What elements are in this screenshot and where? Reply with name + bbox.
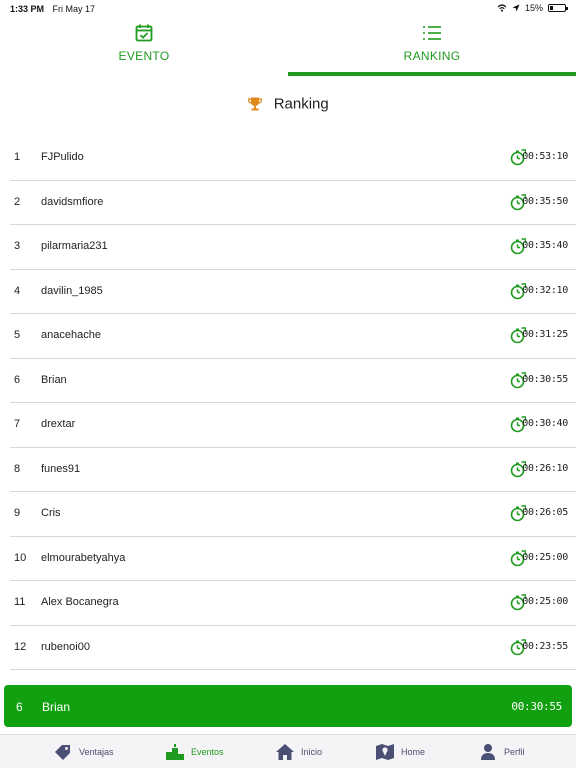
rank-position: 9: [14, 507, 21, 519]
ranking-row[interactable]: 3 pilarmaria231 00:35:40: [10, 225, 576, 270]
nav-inicio-label: Inicio: [301, 747, 323, 757]
nav-perfil[interactable]: Perfil: [478, 741, 525, 763]
location-arrow-icon: [512, 4, 520, 12]
run-time: 00:23:55: [522, 640, 568, 652]
ranking-row[interactable]: 5 anacehache 00:31:25: [10, 314, 576, 359]
ranking-heading: Ranking: [0, 95, 576, 117]
nav-perfil-label: Perfil: [504, 747, 525, 757]
current-user-time: 00:30:55: [511, 700, 562, 713]
nav-ventajas-label: Ventajas: [79, 747, 114, 757]
nav-eventos[interactable]: Eventos: [165, 741, 224, 763]
calendar-check-icon: [135, 24, 153, 42]
tag-icon: [55, 745, 70, 760]
trophy-icon: [248, 97, 263, 111]
nav-inicio[interactable]: Inicio: [275, 741, 322, 763]
rank-position: 12: [14, 640, 27, 653]
current-user-name: Brian: [42, 700, 71, 714]
map-icon: [376, 744, 394, 760]
runner-name: funes91: [41, 462, 81, 475]
run-time: 00:30:40: [522, 418, 568, 429]
nav-home[interactable]: Home: [375, 741, 425, 763]
runner-name: drextar: [41, 418, 76, 430]
wifi-icon: [497, 4, 507, 12]
run-time: 00:32:10: [522, 284, 568, 296]
nav-ventajas[interactable]: Ventajas: [53, 741, 114, 763]
run-time: 00:35:40: [522, 240, 568, 251]
runner-name: Alex Bocanegra: [41, 596, 119, 608]
rank-position: 5: [14, 329, 21, 341]
ranking-row[interactable]: 6 Brian 00:30:55: [10, 359, 576, 403]
nav-home-label: Home: [401, 747, 426, 757]
status-date: Fri May 17: [52, 4, 96, 14]
rank-position: 2: [14, 195, 21, 208]
run-time: 00:35:50: [522, 195, 568, 207]
nav-eventos-label: Eventos: [191, 747, 224, 757]
run-time: 00:25:00: [522, 551, 568, 563]
podium-icon: [166, 744, 184, 760]
rank-position: 3: [14, 240, 21, 252]
ranking-row[interactable]: 4 davilin_1985 00:32:10: [10, 270, 576, 314]
runner-name: rubenoi00: [41, 640, 90, 653]
person-icon: [481, 744, 495, 760]
rank-position: 7: [14, 418, 21, 430]
runner-name: davidsmfiore: [41, 195, 104, 208]
ranking-list: 1 FJPulido 00:53:10 2 davidsmfiore 00:35:50 3 p…: [10, 136, 576, 670]
runner-name: Cris: [41, 507, 61, 519]
ranking-row[interactable]: 10 elmourabetyahya 00:25:00: [10, 537, 576, 581]
rank-position: 1: [14, 151, 21, 163]
runner-name: davilin_1985: [41, 284, 103, 297]
ranking-row[interactable]: 11 Alex Bocanegra 00:25:00: [10, 581, 576, 626]
run-time: 00:25:00: [522, 596, 568, 607]
ranking-row[interactable]: 2 davidsmfiore 00:35:50: [10, 181, 576, 225]
run-time: 00:26:10: [522, 462, 568, 474]
ranking-row[interactable]: 7 drextar 00:30:40: [10, 403, 576, 448]
list-icon: [423, 26, 441, 40]
run-time: 00:30:55: [522, 373, 568, 385]
run-time: 00:26:05: [522, 507, 568, 518]
runner-name: Brian: [41, 373, 67, 386]
run-time: 00:53:10: [522, 151, 568, 162]
ranking-row[interactable]: 9 Cris 00:26:05: [10, 492, 576, 537]
tab-evento-label: EVENTO: [118, 49, 170, 63]
current-user-position: 6: [16, 700, 23, 714]
runner-name: pilarmaria231: [41, 240, 108, 252]
rank-position: 6: [14, 373, 21, 386]
rank-position: 8: [14, 462, 21, 475]
ranking-row[interactable]: 8 funes91 00:26:10: [10, 448, 576, 492]
rank-position: 11: [14, 596, 26, 608]
house-icon: [276, 744, 294, 760]
runner-name: FJPulido: [41, 151, 84, 163]
runner-name: elmourabetyahya: [41, 551, 126, 564]
current-user-rank[interactable]: 6 Brian 00:30:55: [4, 685, 572, 727]
run-time: 00:31:25: [522, 329, 568, 340]
bottom-nav: Ventajas Eventos Inicio Home Perfil: [0, 734, 576, 768]
runner-name: anacehache: [41, 329, 101, 341]
status-bar: 1:33 PM Fri May 17 15%: [0, 0, 576, 18]
active-tab-indicator: [288, 72, 576, 76]
page-title: Ranking: [273, 95, 329, 113]
battery-percent: 15%: [524, 3, 543, 13]
status-time: 1:33 PM: [10, 4, 45, 14]
tab-ranking-label: RANKING: [403, 49, 461, 63]
ranking-row[interactable]: 12 rubenoi00 00:23:55: [10, 626, 576, 670]
battery-icon: [548, 4, 568, 12]
ranking-row[interactable]: 1 FJPulido 00:53:10: [10, 136, 576, 181]
tab-evento[interactable]: EVENTO: [0, 18, 288, 76]
tab-bar: EVENTO RANKING: [0, 18, 576, 76]
tab-ranking[interactable]: RANKING: [288, 18, 576, 76]
rank-position: 4: [14, 284, 21, 297]
rank-position: 10: [14, 551, 27, 564]
